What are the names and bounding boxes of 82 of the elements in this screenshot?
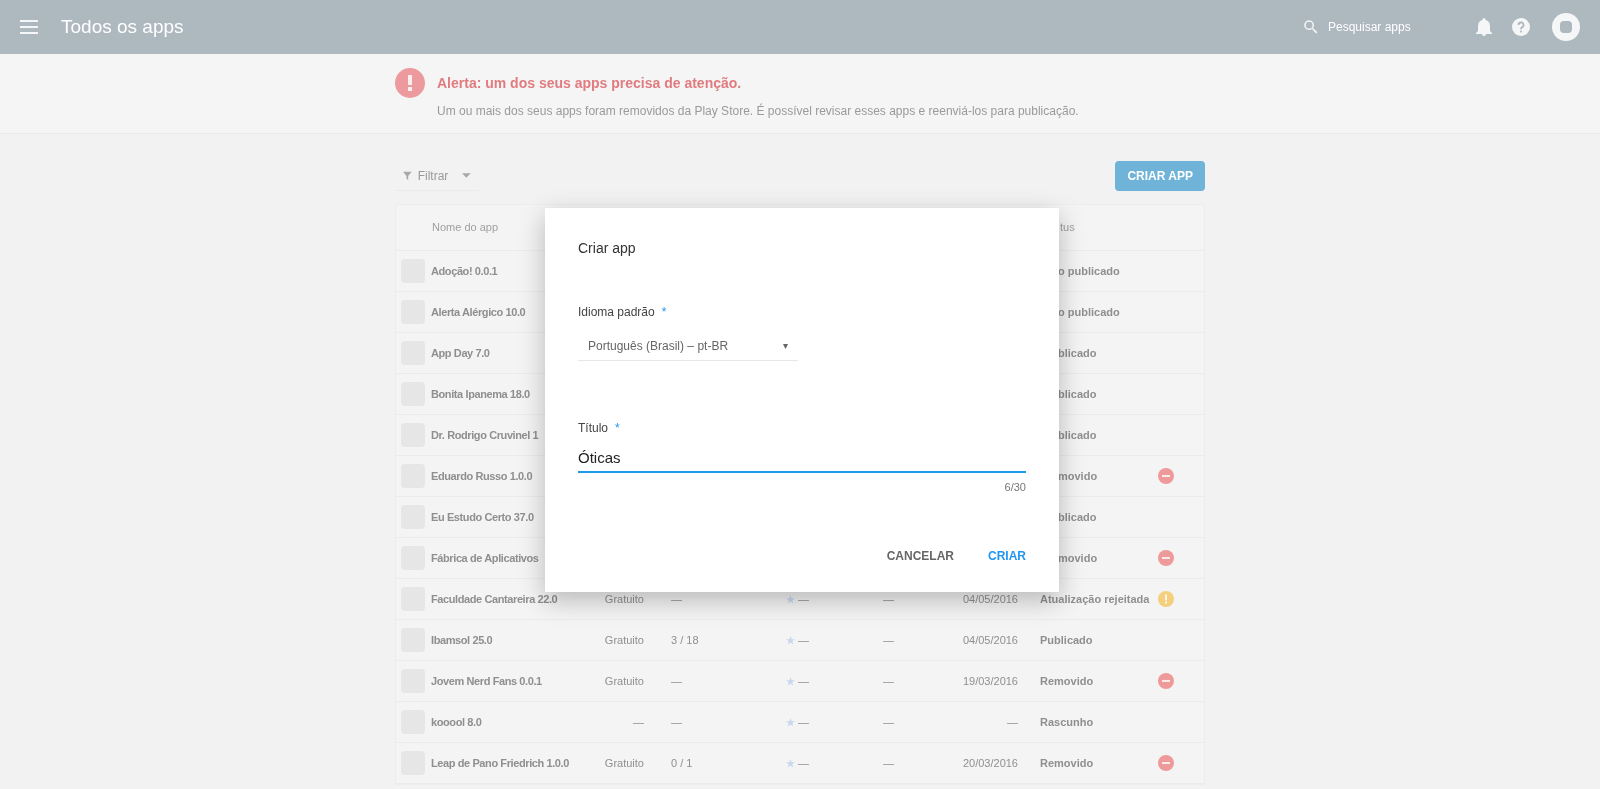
dialog-title: Criar app bbox=[578, 239, 637, 258]
app-name[interactable]: kooool 8.0 bbox=[431, 713, 482, 731]
status-cell-text: Atualização rejeitada bbox=[1040, 591, 1150, 607]
rating-cell-text: — bbox=[798, 673, 809, 689]
app-name[interactable]: Alerta Alérgico 10.0 bbox=[431, 303, 526, 321]
table-cell-text: — bbox=[883, 755, 894, 771]
app-name[interactable]: Eduardo Russo 1.0.0 bbox=[431, 467, 533, 485]
price-cell-text: — bbox=[633, 714, 644, 730]
status-cell-text: blicado bbox=[1058, 509, 1097, 525]
page-title: Todos os apps bbox=[61, 14, 184, 39]
title-input[interactable]: Óticas bbox=[578, 443, 1026, 473]
status-cell-text: Publicado bbox=[1040, 632, 1093, 648]
status-cell-text: blicado bbox=[1058, 345, 1097, 361]
help-icon[interactable] bbox=[1512, 18, 1530, 36]
status-cell-text: movido bbox=[1058, 550, 1098, 566]
rating-cell-text: — bbox=[798, 755, 809, 771]
app-name[interactable]: Leap de Pano Friedrich 1.0.0 bbox=[431, 754, 569, 772]
field-label: Título bbox=[578, 420, 608, 437]
alert-title: Alerta: um dos seus apps precisa de atenção. bbox=[437, 74, 743, 93]
status-cell-text: blicado bbox=[1058, 427, 1097, 443]
app-name[interactable]: Faculdade Cantareira 22.0 bbox=[431, 590, 558, 608]
star-icon bbox=[786, 676, 795, 686]
date-cell-text: 19/03/2016 bbox=[962, 673, 1018, 689]
column-header: tus bbox=[1060, 220, 1075, 236]
menu-icon[interactable] bbox=[20, 20, 38, 34]
required-mark: * bbox=[615, 420, 620, 437]
date-cell-text: — bbox=[1007, 714, 1018, 730]
bell-icon[interactable] bbox=[1476, 18, 1492, 36]
filter-dropdown[interactable]: Filtrar bbox=[395, 161, 479, 191]
status-cell-text: o publicado bbox=[1058, 304, 1120, 320]
search-field[interactable]: Pesquisar apps bbox=[1328, 18, 1448, 36]
star-icon bbox=[786, 635, 795, 645]
create-button[interactable]: CRIAR bbox=[978, 539, 1036, 572]
app-name[interactable]: Bonita Ipanema 18.0 bbox=[431, 385, 530, 403]
character-counter: 6/30 bbox=[1004, 480, 1026, 495]
field-label: Idioma padrão bbox=[578, 304, 655, 321]
app-name[interactable]: Ibamsol 25.0 bbox=[431, 631, 493, 649]
table-cell-text: — bbox=[883, 714, 894, 730]
status-cell-text: blicado bbox=[1058, 386, 1097, 402]
installs-cell-text: 0 / 1 bbox=[671, 755, 693, 771]
app-name[interactable]: Fábrica de Aplicativos bbox=[431, 549, 539, 567]
required-mark: * bbox=[661, 304, 667, 321]
alert-message: Um ou mais dos seus apps foram removidos da Play Store. É possível revisar esses apps e reenviá-los para publicação. bbox=[437, 102, 1079, 120]
funnel-icon bbox=[403, 170, 412, 181]
date-cell-text: 04/05/2016 bbox=[962, 591, 1018, 607]
language-select[interactable]: Português (Brasil) – pt-BR ▾ bbox=[578, 331, 798, 361]
alert-icon bbox=[395, 68, 425, 98]
date-cell-text: 04/05/2016 bbox=[962, 632, 1018, 648]
price-cell-text: Gratuito bbox=[604, 673, 644, 689]
app-name[interactable]: Jovem Nerd Fans 0.0.1 bbox=[431, 672, 542, 690]
table-cell-text: — bbox=[883, 591, 894, 607]
app-name[interactable]: App Day 7.0 bbox=[431, 344, 490, 362]
installs-cell-text: — bbox=[671, 714, 682, 730]
star-icon bbox=[786, 758, 795, 768]
search-icon[interactable] bbox=[1302, 18, 1320, 36]
app-name[interactable]: Eu Estudo Certo 37.0 bbox=[431, 508, 534, 526]
rating-cell-text: — bbox=[798, 591, 809, 607]
app-name[interactable]: Dr. Rodrigo Cruvinel 1 bbox=[431, 426, 539, 444]
status-cell-text: Rascunho bbox=[1040, 714, 1094, 730]
avatar[interactable] bbox=[1552, 13, 1580, 41]
installs-cell-text: 3 / 18 bbox=[671, 632, 699, 648]
price-cell-text: Gratuito bbox=[604, 632, 644, 648]
rating-cell-text: — bbox=[798, 632, 809, 648]
star-icon bbox=[786, 594, 795, 604]
column-header: Nome do app bbox=[432, 220, 499, 236]
status-cell-text: Removido bbox=[1040, 755, 1094, 771]
status-cell-text: o publicado bbox=[1058, 263, 1120, 279]
installs-cell-text: — bbox=[671, 673, 682, 689]
table-cell-text: — bbox=[883, 632, 894, 648]
rating-cell-text: — bbox=[798, 714, 809, 730]
create-app-button[interactable]: CRIAR APP bbox=[1115, 161, 1205, 191]
installs-cell-text: — bbox=[671, 591, 682, 607]
date-cell-text: 20/03/2016 bbox=[962, 755, 1018, 771]
status-cell-text: Removido bbox=[1040, 673, 1094, 689]
price-cell-text: Gratuito bbox=[604, 591, 644, 607]
cancel-button[interactable]: CANCELAR bbox=[876, 539, 964, 572]
price-cell-text: Gratuito bbox=[604, 755, 644, 771]
table-cell-text: — bbox=[883, 673, 894, 689]
app-name[interactable]: Adoção! 0.0.1 bbox=[431, 262, 498, 280]
status-cell-text: movido bbox=[1058, 468, 1098, 484]
star-icon bbox=[786, 717, 795, 727]
caret-icon bbox=[462, 173, 471, 178]
